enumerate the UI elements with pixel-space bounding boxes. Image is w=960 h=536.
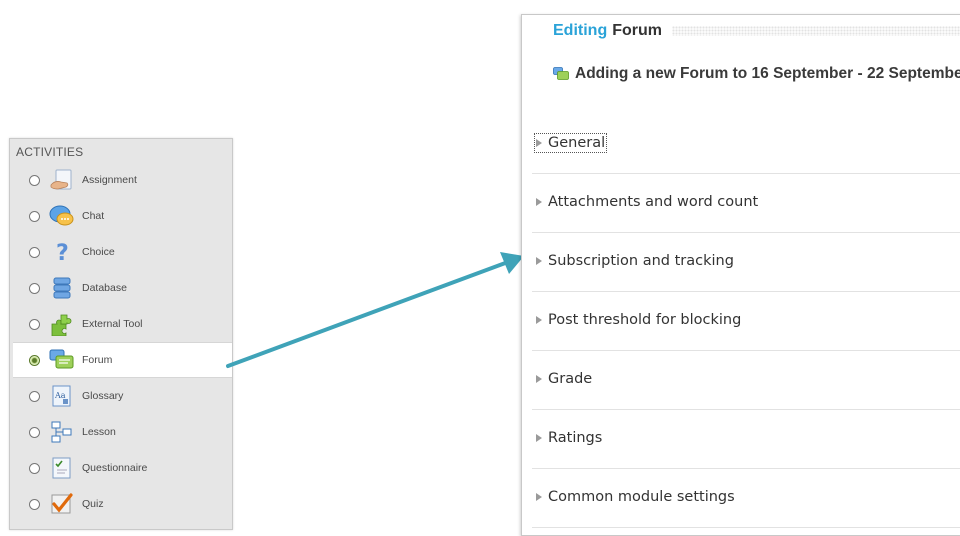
section-subscription: Subscription and tracking (532, 233, 960, 292)
activity-option-external-tool[interactable]: External Tool (10, 306, 232, 342)
title-dotted-rule (672, 26, 960, 36)
section-label: Ratings (548, 430, 603, 446)
activity-label: Quiz (82, 498, 104, 510)
collapsed-triangle-icon (536, 434, 542, 442)
editing-forum-panel: Editing Forum Adding a new Forum to 16 S… (521, 14, 960, 536)
activity-option-questionnaire[interactable]: Questionnaire (10, 450, 232, 486)
activity-option-choice[interactable]: ? Choice (10, 234, 232, 270)
collapsed-triangle-icon (536, 316, 542, 324)
section-label: Common module settings (548, 489, 735, 505)
collapsed-triangle-icon (536, 375, 542, 383)
checkmark-icon (49, 491, 75, 517)
radio-button-selected[interactable] (29, 354, 40, 366)
activity-label: External Tool (82, 318, 143, 330)
section-label: Post threshold for blocking (548, 312, 742, 328)
activity-label: Database (82, 282, 127, 294)
activity-label: Assignment (82, 174, 137, 186)
chat-icon (49, 203, 75, 229)
radio-button[interactable] (29, 282, 40, 294)
form-sections: General Attachments and word count Subsc… (532, 115, 960, 528)
subtitle-text: Adding a new Forum to 16 September - 22 … (575, 65, 960, 82)
activity-option-assignment[interactable]: Assignment (10, 162, 232, 198)
puzzle-icon (49, 311, 75, 337)
activity-option-database[interactable]: Database (10, 270, 232, 306)
database-icon (49, 275, 75, 301)
section-label: Grade (548, 371, 593, 387)
radio-button[interactable] (29, 318, 40, 330)
questionnaire-icon (49, 455, 75, 481)
svg-text:Aa: Aa (54, 391, 66, 400)
section-ratings: Ratings (532, 410, 960, 469)
lesson-icon (49, 419, 75, 445)
section-label: Attachments and word count (548, 194, 759, 210)
radio-button[interactable] (29, 174, 40, 186)
activity-label: Chat (82, 210, 105, 222)
section-grade: Grade (532, 351, 960, 410)
collapsed-triangle-icon (536, 257, 542, 265)
activity-option-glossary[interactable]: Aa Glossary (10, 378, 232, 414)
radio-button[interactable] (29, 498, 40, 510)
section-label: General (548, 135, 606, 151)
radio-button[interactable] (29, 210, 40, 222)
activities-list: Assignment Chat ? Choice Database Extern… (10, 162, 232, 522)
section-toggle-general[interactable]: General (533, 133, 608, 153)
assignment-icon (49, 167, 75, 193)
collapsed-triangle-icon (536, 493, 542, 501)
activity-option-quiz[interactable]: Quiz (10, 486, 232, 522)
forum-icon (49, 347, 75, 373)
page-subtitle: Adding a new Forum to 16 September - 22 … (553, 65, 960, 83)
activities-header: ACTIVITIES (16, 145, 84, 159)
section-label: Subscription and tracking (548, 253, 734, 269)
activity-option-forum[interactable]: Forum (13, 342, 232, 378)
forum-icon (553, 67, 569, 81)
collapsed-triangle-icon (536, 198, 542, 206)
glossary-icon: Aa (49, 383, 75, 409)
section-toggle-ratings[interactable]: Ratings (536, 430, 602, 446)
svg-text:?: ? (56, 241, 69, 264)
radio-button[interactable] (29, 462, 40, 474)
section-toggle-post-threshold[interactable]: Post threshold for blocking (536, 312, 741, 328)
section-attachments: Attachments and word count (532, 174, 960, 233)
activity-label: Questionnaire (82, 462, 148, 474)
section-common-module: Common module settings (532, 469, 960, 528)
section-general: General (532, 115, 960, 174)
activity-option-chat[interactable]: Chat (10, 198, 232, 234)
activity-label: Choice (82, 246, 115, 258)
page-title: Editing Forum (553, 22, 960, 40)
section-toggle-attachments[interactable]: Attachments and word count (536, 194, 758, 210)
section-post-threshold: Post threshold for blocking (532, 292, 960, 351)
activity-label: Glossary (82, 390, 124, 402)
title-accent: Editing (553, 22, 608, 39)
collapsed-triangle-icon (536, 139, 542, 147)
question-mark-icon: ? (49, 239, 75, 265)
activities-panel: ACTIVITIES Assignment Chat ? Choice Data… (9, 138, 233, 530)
section-toggle-subscription[interactable]: Subscription and tracking (536, 253, 734, 269)
radio-button[interactable] (29, 390, 40, 402)
activity-label: Lesson (82, 426, 116, 438)
radio-button[interactable] (29, 246, 40, 258)
section-toggle-common-module[interactable]: Common module settings (536, 489, 735, 505)
activity-label: Forum (82, 354, 113, 366)
radio-button[interactable] (29, 426, 40, 438)
section-toggle-grade[interactable]: Grade (536, 371, 592, 387)
title-rest: Forum (612, 22, 662, 39)
activity-option-lesson[interactable]: Lesson (10, 414, 232, 450)
